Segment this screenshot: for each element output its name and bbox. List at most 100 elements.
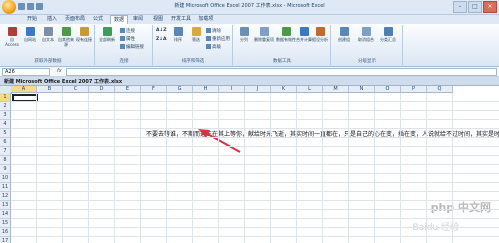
filter-label: 筛选 (192, 37, 200, 42)
reapply-button[interactable]: 重新应用 (206, 36, 230, 43)
what-if-analysis-button[interactable]: 假设分析 (312, 27, 328, 42)
column-header[interactable]: D (89, 86, 115, 93)
consolidate-button[interactable]: 合并计算 (296, 27, 312, 42)
from-other-sources-button[interactable]: 自其他来源 (58, 27, 74, 47)
grid-row-line (11, 182, 499, 183)
row-header[interactable]: 16 (0, 228, 11, 237)
column-header[interactable]: J (245, 86, 271, 93)
formula-input[interactable] (66, 68, 497, 76)
column-header[interactable]: I (219, 86, 245, 93)
tab-review[interactable]: 审阅 (130, 15, 146, 24)
data-validation-label: 数据有效性 (276, 37, 296, 42)
column-header[interactable]: M (323, 86, 349, 93)
data-validation-button[interactable]: 数据有效性 (276, 27, 296, 42)
row-header[interactable]: 10 (0, 174, 11, 183)
grid-column-line (400, 93, 401, 243)
row-header[interactable]: 2 (0, 102, 11, 111)
column-header[interactable]: O (375, 86, 401, 93)
column-header[interactable]: C (63, 86, 89, 93)
filter-button[interactable]: 筛选 (188, 27, 204, 42)
column-header[interactable]: N (349, 86, 375, 93)
maximize-button[interactable]: □ (468, 1, 482, 13)
column-header[interactable]: A (11, 86, 37, 93)
grid-column-line (270, 93, 271, 243)
connections-button[interactable]: 连接 (120, 28, 135, 35)
row-header[interactable]: 12 (0, 192, 11, 201)
column-header[interactable]: G (167, 86, 193, 93)
sort-za-icon[interactable]: Z↓A (156, 37, 167, 43)
row-header[interactable]: 4 (0, 120, 11, 129)
name-box[interactable]: A26 (2, 68, 50, 76)
arrow-line (203, 131, 241, 153)
tab-home[interactable]: 开始 (24, 15, 40, 24)
window-controls: – □ ✕ (453, 1, 497, 13)
fx-icon[interactable]: fx (57, 68, 62, 74)
consolidate-label: 合并计算 (296, 37, 312, 42)
column-header[interactable]: Q (427, 86, 453, 93)
advanced-button[interactable]: 高级 (206, 44, 221, 51)
row-header[interactable]: 14 (0, 210, 11, 219)
from-text-button[interactable]: 自文本 (40, 27, 56, 42)
row-header[interactable]: 5 (0, 129, 11, 138)
minimize-button[interactable]: – (453, 1, 467, 13)
grid-row-line (11, 155, 499, 156)
row-header[interactable]: 3 (0, 111, 11, 120)
grid-row-line (11, 236, 499, 237)
column-header[interactable]: F (141, 86, 167, 93)
sort-button[interactable]: 排序 (170, 27, 186, 42)
row-header[interactable]: 7 (0, 147, 11, 156)
grid-row-line (11, 128, 499, 129)
subtotal-button[interactable]: 分类汇总 (378, 27, 398, 42)
formula-bar: A26 fx (0, 67, 499, 77)
grid-column-line (36, 93, 37, 243)
row-header[interactable]: 1 (0, 93, 11, 102)
tab-addins[interactable]: 加载项 (196, 15, 216, 24)
column-header[interactable]: B (37, 86, 63, 93)
refresh-all-button[interactable]: 全部刷新 (98, 27, 116, 42)
row-header[interactable]: 9 (0, 165, 11, 174)
grid-column-line (62, 93, 63, 243)
column-header[interactable]: H (193, 86, 219, 93)
text-to-columns-button[interactable]: 分列 (236, 27, 252, 42)
column-header[interactable]: L (297, 86, 323, 93)
existing-connections-button[interactable]: 现有连接 (76, 27, 92, 42)
group-button[interactable]: 创建组 (334, 27, 354, 42)
group-label: 连接 (119, 59, 129, 64)
group-sort-filter: A↓Z Z↓A 排序 筛选 清除 重新应用 高级 排序和筛选 (154, 25, 233, 65)
grid-row-line (11, 137, 499, 138)
from-access-button[interactable]: 自 Access (4, 27, 20, 47)
remove-duplicates-button[interactable]: 删除重复项 (254, 27, 274, 42)
from-web-button[interactable]: 自网站 (22, 27, 38, 42)
from-web-label: 自网站 (24, 37, 36, 42)
tab-data[interactable]: 数据 (110, 15, 128, 24)
tab-insert[interactable]: 插入 (44, 15, 60, 24)
group-get-external-data: 自 Access 自网站 自文本 自其他来源 现有连接 获取外部数据 (2, 25, 95, 65)
group-outline: 创建组 取消组合 分类汇总 分级显示 (332, 25, 403, 65)
row-header[interactable]: 11 (0, 183, 11, 192)
row-header[interactable]: 17 (0, 237, 11, 243)
clear-button[interactable]: 清除 (206, 28, 221, 35)
properties-button[interactable]: 属性 (120, 36, 135, 43)
spreadsheet-grid[interactable]: 不要去等谁，不期而遇王在其上等你，献给时光飞逝，其实时间一直都在，只是自己的心在… (0, 86, 499, 243)
column-header[interactable]: K (271, 86, 297, 93)
row-header[interactable]: 15 (0, 219, 11, 228)
tab-formulas[interactable]: 公式 (90, 15, 106, 24)
ungroup-button[interactable]: 取消组合 (356, 27, 376, 42)
tab-page-layout[interactable]: 页面布局 (64, 15, 86, 24)
sort-az-icon[interactable]: A↓Z (156, 28, 167, 34)
column-header[interactable]: P (401, 86, 427, 93)
grid-row-line (11, 218, 499, 219)
row-header[interactable]: 6 (0, 138, 11, 147)
row-header[interactable]: 13 (0, 201, 11, 210)
group-label: 获取外部数据 (34, 59, 62, 64)
tab-view[interactable]: 视图 (150, 15, 166, 24)
row-header[interactable]: 8 (0, 156, 11, 165)
edit-links-button[interactable]: 编辑链接 (120, 44, 144, 51)
grid-column-line (218, 93, 219, 243)
close-button[interactable]: ✕ (483, 1, 497, 13)
column-header[interactable]: E (115, 86, 141, 93)
tab-developer[interactable]: 开发工具 (170, 15, 192, 24)
grid-row-line (11, 173, 499, 174)
what-if-label: 假设分析 (312, 37, 328, 42)
grid-column-line (192, 93, 193, 243)
